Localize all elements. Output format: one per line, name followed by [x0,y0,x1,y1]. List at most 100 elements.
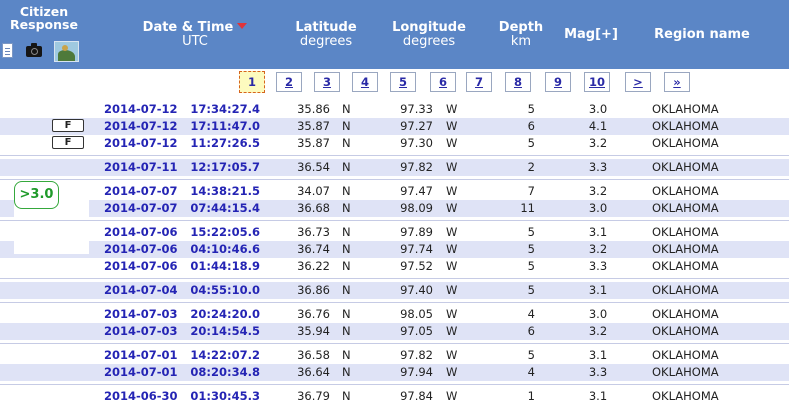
event-magnitude: 4.1 [588,119,608,133]
event-lat-hemisphere: N [342,324,351,338]
event-date[interactable]: 2014-07-06 [104,224,179,241]
table-row[interactable]: 2014-06-30 01:30:45.3 36.79 N 97.84 W 1 3.1 OKLA… [0,388,789,405]
table-row[interactable]: 2014-07-06 01:44:18.9 36.22 N 97.52 W 5 3.3 OKLA… [0,258,789,275]
event-lon-hemisphere: W [446,348,458,362]
event-lon-hemisphere: W [446,389,458,403]
event-lat-hemisphere: N [342,283,351,297]
magnitude-filter-badge[interactable]: >3.0 [14,181,59,209]
table-row[interactable]: 2014-07-07 14:38:21.5 34.07 N 97.47 W 7 3.2 OKLA… [0,183,789,200]
page-1-button[interactable]: 1 [239,71,265,93]
camera-icon[interactable] [26,43,42,57]
event-latitude: 36.58 [297,348,330,362]
event-depth: 5 [527,242,535,256]
next-page-button[interactable]: > [625,72,651,92]
event-date[interactable]: 2014-07-04 [104,282,179,299]
event-longitude: 98.05 [400,307,433,321]
page-8-button[interactable]: 8 [505,72,531,92]
event-longitude: 97.30 [400,136,433,150]
event-time[interactable]: 12:17:05.7 [180,159,260,176]
event-date[interactable]: 2014-07-01 [104,347,179,364]
event-time[interactable]: 01:44:18.9 [180,258,260,275]
event-time[interactable]: 04:55:10.0 [180,282,260,299]
event-lon-hemisphere: W [446,365,458,379]
event-date[interactable]: 2014-07-03 [104,323,179,340]
table-row[interactable]: 2014-07-03 20:14:54.5 35.94 N 97.05 W 6 3.2 OKLA… [0,323,789,340]
event-lon-hemisphere: W [446,307,458,321]
event-date[interactable]: 2014-07-07 [104,183,179,200]
event-date[interactable]: 2014-07-03 [104,306,179,323]
event-region: OKLAHOMA [652,259,719,273]
table-row[interactable]: F 2014-07-12 11:27:26.5 35.87 N 97.30 W 5 3.2 OKL… [0,135,789,152]
table-row[interactable]: 2014-07-01 08:20:34.8 36.64 N 97.94 W 4 3.3 OKLA… [0,364,789,381]
event-latitude: 36.64 [297,365,330,379]
event-depth: 5 [527,102,535,116]
event-time[interactable]: 17:11:47.0 [180,118,260,135]
page-5-button[interactable]: 5 [390,72,416,92]
group-separator [0,155,789,156]
datetime-column-header[interactable]: Date & Time UTC [120,21,270,49]
event-latitude: 34.07 [297,184,330,198]
table-row[interactable]: 2014-07-07 07:44:15.4 36.68 N 98.09 W 11 3.0 OKL… [0,200,789,217]
event-time[interactable]: 01:30:45.3 [180,388,260,405]
event-date[interactable]: 2014-07-06 [104,258,179,275]
event-time[interactable]: 15:22:05.6 [180,224,260,241]
event-date[interactable]: 2014-07-01 [104,364,179,381]
event-lon-hemisphere: W [446,225,458,239]
event-region: OKLAHOMA [652,365,719,379]
event-time[interactable]: 20:24:20.0 [180,306,260,323]
table-row[interactable]: 2014-07-11 12:17:05.7 36.54 N 97.82 W 2 3.3 OKLA… [0,159,789,176]
felt-report-button[interactable]: F [52,119,84,132]
page-10-button[interactable]: 10 [584,72,610,92]
event-date[interactable]: 2014-07-12 [104,135,179,152]
longitude-header-label: Longitude [392,20,466,35]
group-separator [0,343,789,344]
event-date[interactable]: 2014-07-06 [104,241,179,258]
last-page-button[interactable]: » [664,72,690,92]
event-date[interactable]: 2014-07-12 [104,101,179,118]
event-longitude: 97.47 [400,184,433,198]
earthquake-list-page: Citizen Response Date & Time UTC Latitud… [0,0,789,414]
table-row[interactable]: F 2014-07-12 17:11:47.0 35.87 N 97.27 W 6 4.1 OKL… [0,118,789,135]
event-time[interactable]: 11:27:26.5 [180,135,260,152]
table-row[interactable]: 2014-07-06 04:10:46.6 36.74 N 97.74 W 5 3.2 OKLA… [0,241,789,258]
page-2-button[interactable]: 2 [276,72,302,92]
event-magnitude: 3.0 [588,307,608,321]
table-row[interactable]: 2014-07-06 15:22:05.6 36.73 N 97.89 W 5 3.1 OKLA… [0,224,789,241]
document-icon[interactable] [2,43,13,58]
magnitude-column-header[interactable]: Mag[+] [556,28,626,42]
page-4-button[interactable]: 4 [352,72,378,92]
event-latitude: 36.79 [297,389,330,403]
event-time[interactable]: 20:14:54.5 [180,323,260,340]
event-region: OKLAHOMA [652,348,719,362]
event-time[interactable]: 07:44:15.4 [180,200,260,217]
event-time[interactable]: 17:34:27.4 [180,101,260,118]
photo-icon[interactable] [54,41,79,62]
page-9-button[interactable]: 9 [545,72,571,92]
pagination: 1 2 3 4 5 6 7 8 9 10 > » [0,69,789,101]
event-date[interactable]: 2014-07-12 [104,118,179,135]
event-region: OKLAHOMA [652,184,719,198]
event-date[interactable]: 2014-07-07 [104,200,179,217]
page-3-button[interactable]: 3 [314,72,340,92]
event-region: OKLAHOMA [652,102,719,116]
table-row[interactable]: 2014-07-03 20:24:20.0 36.76 N 98.05 W 4 3.0 OKLA… [0,306,789,323]
event-region: OKLAHOMA [652,201,719,215]
page-7-button[interactable]: 7 [466,72,492,92]
event-time[interactable]: 14:38:21.5 [180,183,260,200]
event-depth: 5 [527,348,535,362]
event-time[interactable]: 04:10:46.6 [180,241,260,258]
event-lat-hemisphere: N [342,184,351,198]
longitude-header-unit: degrees [402,34,456,49]
event-date[interactable]: 2014-07-11 [104,159,179,176]
felt-report-button[interactable]: F [52,136,84,149]
citizen-response-header: Citizen Response [0,5,88,31]
event-depth: 5 [527,283,535,297]
table-row[interactable]: 2014-07-04 04:55:10.0 36.86 N 97.40 W 5 3.1 OKLA… [0,282,789,299]
table-row[interactable]: 2014-07-01 14:22:07.2 36.58 N 97.82 W 5 3.1 OKLA… [0,347,789,364]
table-row[interactable]: 2014-07-12 17:34:27.4 35.86 N 97.33 W 5 3.0 OKLA… [0,101,789,118]
event-date[interactable]: 2014-06-30 [104,388,179,405]
event-time[interactable]: 08:20:34.8 [180,364,260,381]
event-lon-hemisphere: W [446,119,458,133]
event-time[interactable]: 14:22:07.2 [180,347,260,364]
page-6-button[interactable]: 6 [430,72,456,92]
